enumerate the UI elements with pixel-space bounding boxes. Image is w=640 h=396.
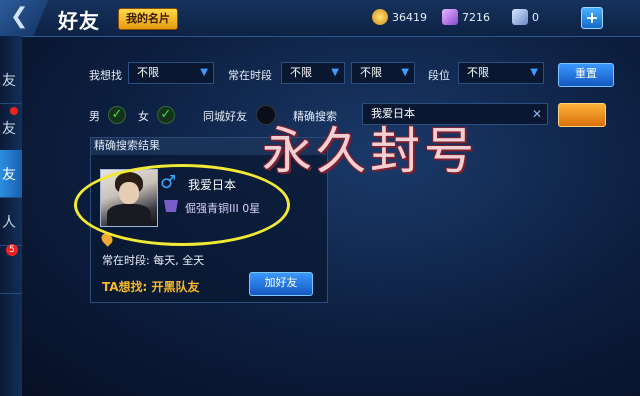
coupon-icon — [512, 9, 528, 25]
online-time-text: 常在时段: 每天, 全天 — [102, 254, 205, 267]
online-time-start-dropdown[interactable]: 不限 ▼ — [281, 62, 345, 84]
sidebar-tab-label: 友 — [2, 72, 16, 89]
gold-coin-icon — [372, 9, 388, 25]
rank-label: 段位 — [428, 69, 450, 82]
want-dropdown[interactable]: 不限 ▼ — [128, 62, 214, 84]
sidebar-tab-3[interactable]: 友 — [0, 150, 22, 198]
female-checkbox[interactable]: ✓ — [157, 106, 175, 124]
my-card-button[interactable]: 我的名片 — [118, 8, 178, 30]
same-city-label: 同城好友 — [203, 110, 247, 123]
sidebar-tab-label: 友 — [2, 166, 16, 183]
add-friend-button[interactable]: 加好友 — [249, 272, 313, 296]
online-time-end-dropdown[interactable]: 不限 ▼ — [351, 62, 415, 84]
back-arrow-icon: ❮ — [10, 4, 29, 29]
gold-amount: 36419 — [392, 10, 427, 24]
coupon-amount: 0 — [532, 10, 539, 24]
diamond-currency: 7216 — [442, 8, 490, 26]
sidebar-tab-1[interactable]: 友 — [0, 56, 22, 104]
sidebar-tab-4[interactable]: 人 — [0, 198, 22, 246]
rank-dropdown[interactable]: 不限 ▼ — [458, 62, 544, 84]
sidebar-tab-label: 友 — [2, 120, 16, 137]
sidebar-tab-label: 人 — [2, 214, 16, 231]
notification-badge: 5 — [6, 244, 18, 256]
clear-icon[interactable]: ✕ — [532, 104, 542, 124]
coupon-currency: 0 — [512, 8, 539, 26]
check-icon: ✓ — [111, 107, 123, 122]
diamond-icon — [442, 9, 458, 25]
want-label: 我想找 — [89, 69, 122, 82]
chevron-down-icon: ▼ — [401, 67, 409, 78]
highlight-circle — [74, 164, 290, 246]
gold-currency: 36419 — [372, 8, 427, 26]
search-button[interactable] — [558, 103, 606, 127]
male-label: 男 — [89, 110, 100, 123]
chevron-down-icon: ▼ — [200, 67, 208, 78]
reset-button[interactable]: 重置 — [558, 63, 614, 87]
diamond-amount: 7216 — [462, 10, 490, 24]
check-icon: ✓ — [160, 107, 172, 122]
page-title: 好友 — [58, 9, 100, 33]
female-label: 女 — [138, 110, 149, 123]
chevron-down-icon: ▼ — [331, 67, 339, 78]
recharge-button[interactable]: + — [581, 7, 603, 29]
dropdown-value: 不限 — [137, 66, 159, 79]
online-time-label: 常在时段 — [228, 69, 272, 82]
male-checkbox[interactable]: ✓ — [108, 106, 126, 124]
chevron-down-icon: ▼ — [530, 67, 538, 78]
dropdown-value: 不限 — [467, 66, 489, 79]
ta-wants-text: TA想找: 开黑队友 — [102, 280, 200, 294]
overlay-text: 永久封号 — [262, 122, 478, 180]
notification-dot — [10, 107, 18, 115]
dropdown-value: 不限 — [360, 66, 382, 79]
dropdown-value: 不限 — [290, 66, 312, 79]
